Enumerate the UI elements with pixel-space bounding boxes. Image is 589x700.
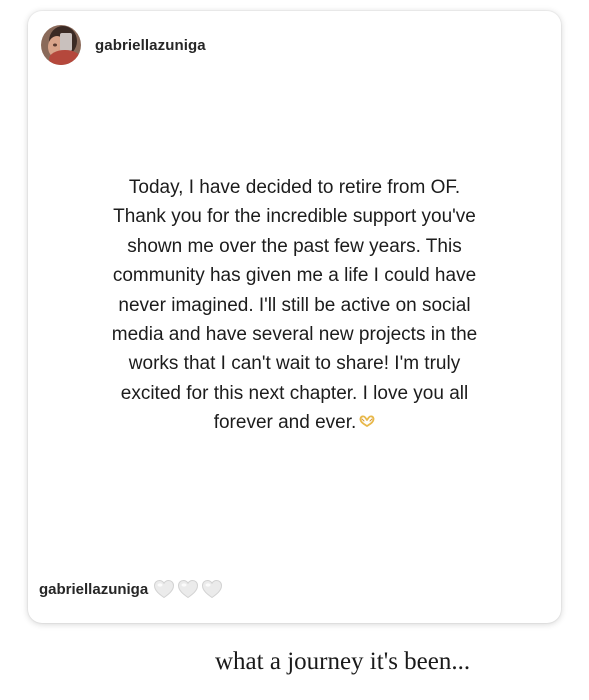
post-message-line: never imagined. I'll still be active on … bbox=[118, 294, 471, 316]
post-message-line: excited for this next chapter. I love yo… bbox=[120, 382, 469, 404]
white-heart-icon bbox=[202, 579, 223, 599]
heart-hands-icon bbox=[359, 415, 375, 428]
post-message-line: Today, I have decided to retire from OF. bbox=[128, 177, 461, 198]
white-heart-icon bbox=[178, 579, 199, 599]
post-message-last-line: forever and ever. bbox=[68, 408, 521, 437]
footer-username[interactable]: gabriellazuniga bbox=[39, 581, 148, 598]
post-footer: gabriellazuniga bbox=[39, 579, 225, 599]
story-caption: what a journey it's been... bbox=[215, 648, 471, 675]
post-message-line: shown me over the past few years. This bbox=[127, 235, 462, 257]
post-message-line: works that I can't wait to share! I'm tr… bbox=[128, 353, 461, 375]
avatar[interactable] bbox=[41, 25, 81, 65]
post-message-line: community has given me a life I could ha… bbox=[112, 265, 477, 287]
post-message-line: forever and ever. bbox=[213, 412, 357, 434]
post-message-line: Thank you for the incredible support you… bbox=[113, 206, 476, 228]
post-username[interactable]: gabriellazuniga bbox=[95, 37, 206, 54]
post-card: gabriellazuniga Today, I have decided to… bbox=[28, 11, 561, 623]
post-header: gabriellazuniga bbox=[41, 25, 206, 65]
post-message: Today, I have decided to retire from OF.… bbox=[28, 173, 561, 438]
hearts-row bbox=[153, 579, 225, 599]
post-message-line: media and have several new projects in t… bbox=[111, 324, 478, 346]
white-heart-icon bbox=[154, 579, 175, 599]
